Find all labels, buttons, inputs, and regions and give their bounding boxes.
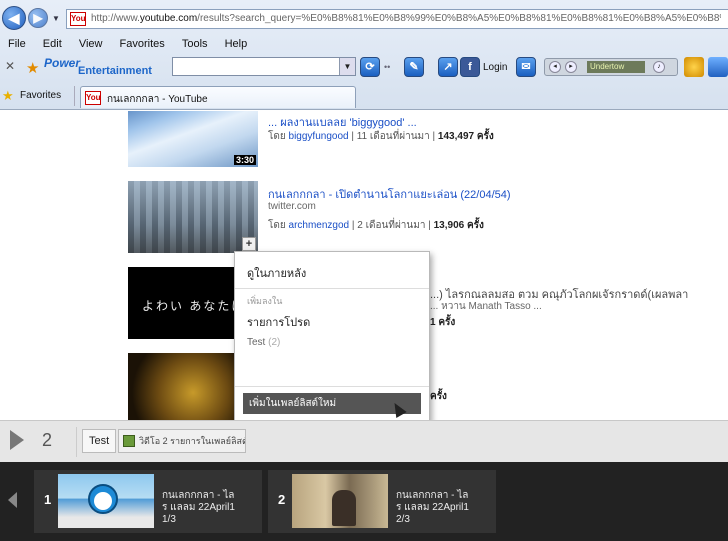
radio-volume-icon[interactable]: ♪	[653, 61, 665, 73]
favorites-option[interactable]: รายการโปรด	[247, 313, 310, 331]
result-thumbnail[interactable]: +	[128, 181, 258, 253]
queue-title: กนเลกกกลา - ไล ร แลลม 22April1 1/3	[162, 490, 235, 525]
address-bar[interactable]: You http://www.youtube.com/results?searc…	[66, 9, 728, 29]
result-item: + กนเลกกกลา - เปิดตำนานโลกาแยะเล่อน (22/…	[128, 181, 728, 261]
forward-button[interactable]: ▶	[28, 8, 48, 28]
uploader-link[interactable]: archmenzgod	[289, 220, 350, 231]
close-toolbar-icon[interactable]: ✕	[5, 59, 15, 73]
queue-item[interactable]: 1 กนเลกกกลา - ไล ร แลลม 22April1 1/3	[34, 470, 262, 533]
playlist-option-test[interactable]: Test (2)	[247, 337, 280, 348]
scroll-left-icon[interactable]	[8, 492, 17, 508]
power-entertainment-logo[interactable]: ★ Power Entertainment	[22, 56, 162, 78]
queue-item[interactable]: 2 กนเลกกกลา - ไล ร แลลม 22April1 2/3	[268, 470, 496, 533]
back-button[interactable]: ◀	[2, 6, 26, 30]
toolbar-search-dropdown-icon[interactable]: ▼	[339, 58, 355, 75]
playlist-name-button[interactable]: Test	[82, 429, 117, 453]
queue-title: กนเลกกกลา - ไล ร แลลม 22April1 2/3	[396, 490, 469, 525]
queue-thumbnail	[58, 474, 154, 528]
menu-edit[interactable]: Edit	[43, 36, 62, 52]
tab-title: กนเลกกกลา - YouTube	[107, 94, 208, 105]
chat-icon[interactable]: ✉	[516, 57, 536, 77]
result-subtitle: ... หวาน Manath Tasso ...	[430, 301, 542, 312]
queue-strip: 1 กนเลกกกลา - ไล ร แลลม 22April1 1/3 2 ก…	[0, 462, 728, 541]
watch-later-option[interactable]: ดูในภายหลัง	[247, 264, 306, 282]
radio-prev-icon[interactable]: ◂	[549, 61, 561, 73]
result-subtitle: twitter.com	[268, 201, 316, 212]
login-link[interactable]: Login	[483, 62, 507, 73]
favorites-bar: ★ Favorites You กนเลกกกลา - YouTube	[0, 84, 728, 108]
radio-play-icon[interactable]: ▸	[565, 61, 577, 73]
facebook-icon[interactable]: f	[460, 57, 480, 77]
play-icon[interactable]	[10, 430, 24, 450]
url-text[interactable]: http://www.youtube.com/results?search_qu…	[91, 13, 721, 24]
menu-file[interactable]: File	[8, 36, 26, 52]
radio-station-select[interactable]: Undertow	[587, 61, 645, 73]
smiley-icon[interactable]	[684, 57, 704, 77]
nav-dropdown-icon[interactable]: ▼	[52, 14, 60, 23]
toolbar: ✕ ★ Power Entertainment ▼ ⟳ •• ✎ ↗ f Log…	[0, 54, 728, 80]
playlist-info[interactable]: วิดีโอ 2 รายการในเพลย์ลิสต์	[118, 429, 246, 453]
result-meta: โดย biggyfungood | 11 เดือนที่ผ่านมา | 1…	[268, 131, 494, 142]
add-to-header: เพิ่มลงใน	[247, 296, 283, 306]
favorites-star-icon[interactable]: ★	[2, 88, 14, 104]
result-item: 3:30 ... ผลงานแบลลย 'biggygood' ... โดย …	[128, 111, 728, 175]
queue-thumbnail	[292, 474, 388, 528]
menu-divider	[235, 288, 429, 289]
address-row: ◀ ▶ ▼ You http://www.youtube.com/results…	[0, 4, 728, 32]
youtube-favicon-icon: You	[70, 12, 86, 26]
menu-favorites[interactable]: Favorites	[120, 36, 165, 52]
favorites-divider	[74, 86, 75, 106]
logo-star-icon: ★	[26, 60, 40, 77]
menu-view[interactable]: View	[79, 36, 103, 52]
menu-help[interactable]: Help	[225, 36, 248, 52]
menu-bar: File Edit View Favorites Tools Help	[0, 36, 728, 52]
radio-player[interactable]: ◂ ▸ Undertow ♪	[544, 58, 678, 76]
menu-divider	[235, 386, 429, 387]
toolbar-search-input[interactable]: ▼	[172, 57, 356, 76]
result-meta: ครั้ง	[430, 391, 447, 402]
playlist-icon	[123, 435, 135, 447]
messenger-icon[interactable]	[708, 57, 728, 77]
playlist-bar: 2 Test วิดีโอ 2 รายการในเพลย์ลิสต์	[0, 420, 728, 462]
result-meta: โดย archmenzgod | 2 เดือนที่ผ่านมา | 13,…	[268, 220, 484, 231]
pencil-icon[interactable]: ✎	[404, 57, 424, 77]
thumbnail-caption: よわい あなたは	[142, 299, 246, 313]
menu-tools[interactable]: Tools	[182, 36, 208, 52]
toolbar-search-button[interactable]: ⟳	[360, 57, 380, 77]
favorites-button[interactable]: Favorites	[20, 90, 61, 101]
add-to-playlist-menu: ดูในภายหลัง เพิ่มลงใน รายการโปรด Test (2…	[234, 251, 430, 423]
uploader-link[interactable]: biggyfungood	[289, 131, 349, 142]
duration-badge: 3:30	[233, 155, 256, 165]
add-to-button[interactable]: +	[242, 237, 256, 251]
share-icon[interactable]: ↗	[438, 57, 458, 77]
queue-count: 2	[42, 430, 53, 450]
browser-chrome: ◀ ▶ ▼ You http://www.youtube.com/results…	[0, 0, 728, 110]
browser-tab[interactable]: You กนเลกกกลา - YouTube	[80, 86, 356, 108]
toolbar-separator-icon: ••	[384, 62, 391, 72]
tab-youtube-icon: You	[85, 91, 101, 105]
result-meta: 1 ครั้ง	[430, 317, 456, 328]
result-thumbnail[interactable]: 3:30	[128, 111, 258, 167]
